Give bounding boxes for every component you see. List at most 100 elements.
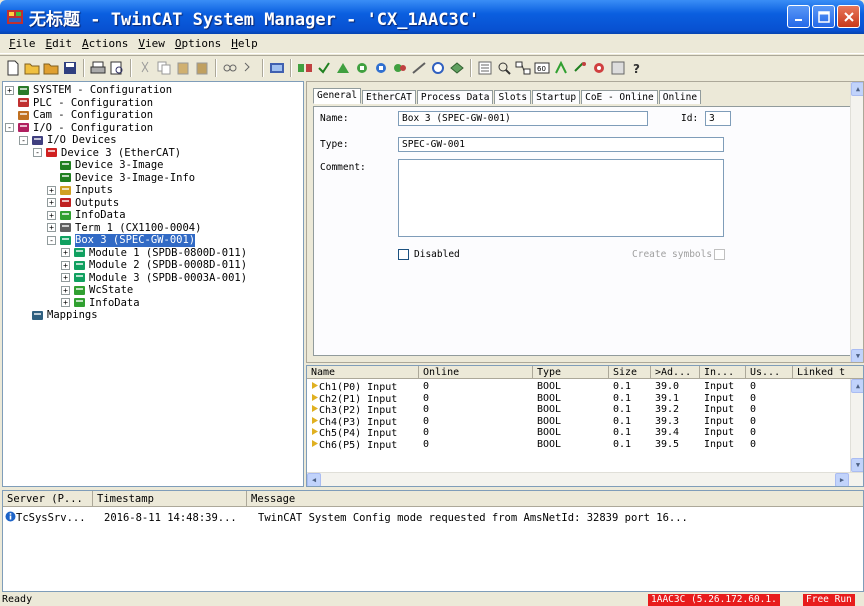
id-field[interactable]: 3 xyxy=(705,111,731,126)
restart-config-mode-icon[interactable] xyxy=(372,59,390,77)
tab-ethercat[interactable]: EtherCAT xyxy=(362,90,416,104)
scroll-right-icon[interactable]: ▶ xyxy=(835,473,849,486)
table-row[interactable]: Ch4(P3) Input 0 BOOL 0.1 39.3 Input 0 xyxy=(307,416,863,427)
col-size[interactable]: Size xyxy=(609,366,651,378)
log-entry[interactable]: TcSysSrv... 2016-8-11 14:48:39... TwinCA… xyxy=(5,511,688,525)
log-window[interactable]: Server (P... Timestamp Message TcSysSrv.… xyxy=(2,490,864,592)
network-icon[interactable] xyxy=(514,59,532,77)
cut-icon[interactable] xyxy=(136,59,154,77)
tab-slots[interactable]: Slots xyxy=(494,90,532,104)
menu-actions[interactable]: Actions xyxy=(77,37,133,50)
tree-item[interactable]: - Device 3 (EtherCAT) xyxy=(5,147,247,160)
table-row[interactable]: Ch6(P5) Input 0 BOOL 0.1 39.5 Input 0 xyxy=(307,439,863,450)
tree-item[interactable]: + InfoData xyxy=(5,209,247,222)
check-configuration-icon[interactable] xyxy=(315,59,333,77)
tree-item[interactable]: - I/O Devices xyxy=(5,134,247,147)
expand-icon[interactable]: + xyxy=(61,260,70,270)
tree-item[interactable]: + InfoData xyxy=(5,297,247,310)
tree-item[interactable]: - Box 3 (SPEC-GW-001) xyxy=(5,234,247,247)
find-next-icon[interactable] xyxy=(240,59,258,77)
scroll-down-icon[interactable]: ▼ xyxy=(851,349,863,362)
toggle-free-run-icon[interactable] xyxy=(429,59,447,77)
new-file-icon[interactable] xyxy=(4,59,22,77)
col-type[interactable]: Type xyxy=(533,366,609,378)
scan-devices-icon[interactable] xyxy=(410,59,428,77)
twincat-app-icon[interactable] xyxy=(6,8,24,26)
expand-icon[interactable]: + xyxy=(47,223,56,233)
tree-item[interactable]: + Module 3 (SPDB-0003A-001) xyxy=(5,272,247,285)
variables-vscrollbar[interactable]: ▲ ▼ xyxy=(850,379,863,472)
collapse-icon[interactable]: - xyxy=(33,148,42,158)
restart-run-mode-icon[interactable] xyxy=(353,59,371,77)
save-icon[interactable] xyxy=(61,59,79,77)
expand-icon[interactable]: + xyxy=(47,185,56,195)
maximize-button[interactable] xyxy=(812,5,835,28)
print-icon[interactable] xyxy=(89,59,107,77)
menu-help[interactable]: Help xyxy=(226,37,263,50)
collapse-icon[interactable]: - xyxy=(47,235,56,245)
col-online[interactable]: Online xyxy=(419,366,533,378)
tree-item[interactable]: + Module 1 (SPDB-0800D-011) xyxy=(5,247,247,260)
comment-field[interactable] xyxy=(398,159,724,237)
info-icon[interactable] xyxy=(609,59,627,77)
expand-icon[interactable]: + xyxy=(61,285,70,295)
activate-configuration-icon[interactable] xyxy=(334,59,352,77)
expand-icon[interactable]: + xyxy=(47,198,56,208)
collapse-icon[interactable]: - xyxy=(5,123,14,133)
col-in-out[interactable]: In... xyxy=(700,366,746,378)
tab-process-data[interactable]: Process Data xyxy=(416,90,494,104)
menu-view[interactable]: View xyxy=(133,37,170,50)
add-link-icon[interactable] xyxy=(552,59,570,77)
paste-special-icon[interactable] xyxy=(193,59,211,77)
scroll-down-icon[interactable]: ▼ xyxy=(851,458,863,472)
col-linked-to[interactable]: Linked t xyxy=(793,366,863,378)
scroll-left-icon[interactable]: ◀ xyxy=(307,473,321,486)
expand-icon[interactable]: + xyxy=(47,210,56,220)
open-folder-icon[interactable] xyxy=(23,59,41,77)
tab-online[interactable]: Online xyxy=(658,90,702,104)
paste-icon[interactable] xyxy=(174,59,192,77)
tree-item[interactable]: Device 3-Image xyxy=(5,159,247,172)
config-mode-icon[interactable] xyxy=(268,59,286,77)
col-message[interactable]: Message xyxy=(247,491,863,506)
col-address[interactable]: >Ad... xyxy=(651,366,700,378)
zoom-icon[interactable] xyxy=(495,59,513,77)
tree-item[interactable]: - I/O - Configuration xyxy=(5,122,247,135)
tree-item[interactable]: Cam - Configuration xyxy=(5,109,247,122)
table-row[interactable]: Ch5(P4) Input 0 BOOL 0.1 39.4 Input 0 xyxy=(307,427,863,438)
expand-icon[interactable]: + xyxy=(61,298,70,308)
choose-target-icon[interactable] xyxy=(448,59,466,77)
table-row[interactable]: Ch2(P1) Input 0 BOOL 0.1 39.1 Input 0 xyxy=(307,393,863,404)
table-row[interactable]: Ch3(P2) Input 0 BOOL 0.1 39.2 Input 0 xyxy=(307,404,863,415)
disabled-checkbox[interactable] xyxy=(398,249,409,260)
copy-icon[interactable] xyxy=(155,59,173,77)
col-timestamp[interactable]: Timestamp xyxy=(93,491,247,506)
close-button[interactable] xyxy=(837,5,860,28)
scroll-up-icon[interactable]: ▲ xyxy=(851,379,863,393)
tree-item[interactable]: Device 3-Image-Info xyxy=(5,172,247,185)
tree-item[interactable]: PLC - Configuration xyxy=(5,97,247,110)
tree-item[interactable]: Mappings xyxy=(5,309,247,322)
help-icon[interactable]: ? xyxy=(628,59,646,77)
goto-link-icon[interactable]: 60 xyxy=(533,59,551,77)
type-field[interactable]: SPEC-GW-001 xyxy=(398,137,724,152)
properties-scrollbar[interactable]: ▲ ▼ xyxy=(850,82,863,362)
expand-icon[interactable]: + xyxy=(61,273,70,283)
settings-icon[interactable] xyxy=(590,59,608,77)
tree-item[interactable]: + Module 2 (SPDB-0008D-011) xyxy=(5,259,247,272)
variables-hscrollbar[interactable]: ◀ ▶ xyxy=(307,472,863,486)
generate-mappings-icon[interactable] xyxy=(296,59,314,77)
menu-file[interactable]: File xyxy=(4,37,41,50)
menu-edit[interactable]: Edit xyxy=(41,37,78,50)
table-row[interactable]: Ch1(P0) Input 0 BOOL 0.1 39.0 Input 0 xyxy=(307,381,863,392)
reload-devices-icon[interactable] xyxy=(391,59,409,77)
tab-general[interactable]: General xyxy=(313,88,362,104)
menu-options[interactable]: Options xyxy=(170,37,226,50)
solution-tree[interactable]: + SYSTEM - Configuration PLC - Configurati… xyxy=(2,81,304,487)
col-user-id[interactable]: Us... xyxy=(746,366,793,378)
scroll-up-icon[interactable]: ▲ xyxy=(851,82,863,96)
col-server[interactable]: Server (P... xyxy=(3,491,93,506)
open-recent-icon[interactable] xyxy=(42,59,60,77)
name-field[interactable]: Box 3 (SPEC-GW-001) xyxy=(398,111,648,126)
minimize-button[interactable] xyxy=(787,5,810,28)
